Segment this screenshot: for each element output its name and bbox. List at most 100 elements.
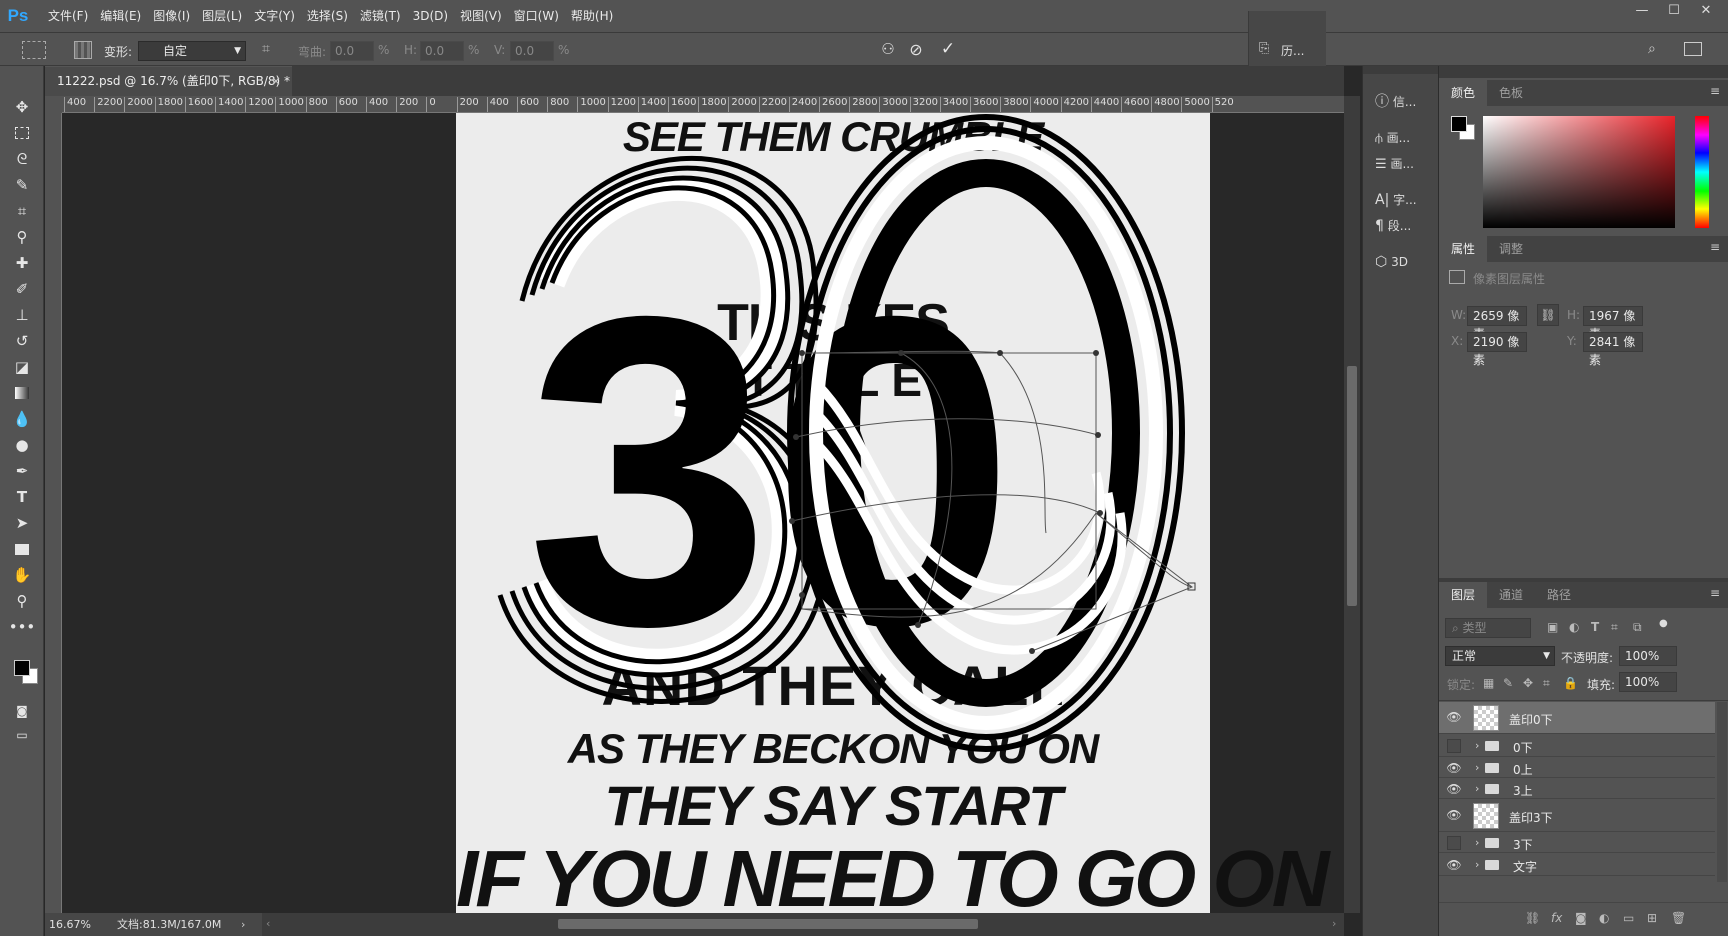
menu-item[interactable]: 选择(S): [301, 0, 354, 32]
dodge-tool-icon[interactable]: ●: [10, 434, 34, 456]
vertical-scroll-thumb[interactable]: [1347, 366, 1357, 606]
menu-item[interactable]: 文字(Y): [248, 0, 301, 32]
maximize-button[interactable]: ☐: [1658, 0, 1690, 22]
minimize-button[interactable]: —: [1626, 0, 1658, 22]
eyedropper-tool-icon[interactable]: ⚲: [10, 226, 34, 248]
layer-name[interactable]: 盖印3下: [1509, 809, 1553, 826]
stamp-tool-icon[interactable]: ⊥: [10, 304, 34, 326]
add-mask-icon[interactable]: ◙: [1575, 911, 1587, 925]
layer-row[interactable]: 👁 › 3上: [1439, 779, 1715, 799]
close-tab-icon[interactable]: ×: [271, 67, 281, 95]
gradient-tool-icon[interactable]: [10, 382, 34, 404]
chevron-right-icon[interactable]: ›: [1475, 739, 1479, 752]
delete-layer-icon[interactable]: 🗑: [1671, 911, 1686, 925]
panel-button-character[interactable]: A| 字...: [1369, 188, 1435, 212]
screen-mode-icon[interactable]: ▭: [10, 724, 34, 746]
layers-scrollbar[interactable]: [1717, 702, 1727, 882]
zoom-tool-icon[interactable]: ⚲: [10, 590, 34, 612]
tab-adjustments[interactable]: 调整: [1487, 236, 1535, 262]
document-tab[interactable]: 11222.psd @ 16.7% (盖印0下, RGB/8) * ×: [45, 66, 292, 96]
h-input[interactable]: 0.0: [420, 41, 464, 61]
layer-row[interactable]: 👁 › 0上: [1439, 758, 1715, 778]
quick-select-tool-icon[interactable]: ✎: [10, 174, 34, 196]
lock-pixels-icon[interactable]: ▦: [1483, 676, 1494, 690]
lock-position-icon[interactable]: ✥: [1523, 676, 1533, 690]
menu-item[interactable]: 图层(L): [196, 0, 248, 32]
filter-adjust-icon[interactable]: ◐: [1569, 620, 1579, 634]
warp-orientation-icon[interactable]: ⌗: [262, 41, 280, 59]
vertical-scrollbar[interactable]: [1344, 96, 1360, 913]
type-tool-icon[interactable]: T: [10, 486, 34, 508]
status-expand-icon[interactable]: ›: [241, 913, 245, 936]
layer-row[interactable]: › 3下: [1439, 833, 1715, 853]
visibility-off-box[interactable]: [1447, 739, 1461, 753]
cancel-transform-icon[interactable]: ⊘: [906, 40, 926, 60]
tab-layers[interactable]: 图层: [1439, 582, 1488, 608]
eye-icon[interactable]: 👁: [1445, 808, 1463, 824]
menu-item[interactable]: 滤镜(T): [354, 0, 407, 32]
new-layer-icon[interactable]: ⊞: [1647, 911, 1657, 925]
menu-item[interactable]: 窗口(W): [508, 0, 565, 32]
lock-all-icon[interactable]: 🔒: [1563, 676, 1578, 690]
filter-pixel-icon[interactable]: ▣: [1547, 620, 1558, 634]
chevron-right-icon[interactable]: ›: [1475, 761, 1479, 774]
search-icon[interactable]: ⌕: [1648, 41, 1666, 59]
zoom-level[interactable]: 16.67%: [49, 913, 91, 936]
lock-brush-icon[interactable]: ✎: [1503, 676, 1513, 690]
width-input[interactable]: 2659 像素: [1467, 306, 1527, 341]
blend-mode-select[interactable]: 正常 ▼: [1445, 646, 1555, 666]
puppet-warp-icon[interactable]: ⚇: [878, 40, 898, 60]
layer-name[interactable]: 0下: [1513, 739, 1533, 756]
eraser-tool-icon[interactable]: ◪: [10, 356, 34, 378]
panel-menu-icon[interactable]: ≡: [1710, 586, 1720, 600]
layer-name[interactable]: 0上: [1513, 761, 1533, 778]
link-icon[interactable]: ⛓: [1537, 304, 1559, 326]
lock-artboard-icon[interactable]: ⌗: [1543, 676, 1550, 691]
layer-row[interactable]: 👁 › 文字: [1439, 854, 1715, 876]
tab-channels[interactable]: 通道: [1487, 582, 1535, 608]
tab-swatches[interactable]: 色板: [1487, 80, 1535, 106]
panel-menu-icon[interactable]: ≡: [1710, 240, 1720, 254]
blur-tool-icon[interactable]: 💧: [10, 408, 34, 430]
fx-icon[interactable]: fx: [1551, 911, 1562, 925]
filter-shape-icon[interactable]: ⌗: [1611, 620, 1618, 635]
warp-select[interactable]: 自定 ▼: [138, 41, 246, 61]
layer-name[interactable]: 3上: [1513, 782, 1533, 799]
history-brush-icon[interactable]: ↺: [10, 330, 34, 352]
scroll-left-icon[interactable]: ‹: [266, 917, 270, 930]
fill-input[interactable]: 100%: [1619, 672, 1677, 692]
panel-button-info[interactable]: ⓘ 信...: [1369, 90, 1435, 114]
eye-icon[interactable]: 👁: [1445, 782, 1463, 798]
visibility-off-box[interactable]: [1447, 836, 1461, 850]
eye-icon[interactable]: 👁: [1445, 710, 1463, 726]
filter-type-icon[interactable]: T: [1591, 620, 1599, 634]
new-group-icon[interactable]: ▭: [1623, 911, 1634, 925]
layer-row[interactable]: › 0下: [1439, 735, 1715, 757]
layer-row[interactable]: 👁 盖印0下: [1439, 702, 1715, 734]
link-layers-icon[interactable]: ⛓: [1525, 911, 1540, 925]
marquee-tool-icon[interactable]: [10, 122, 34, 144]
grid-icon[interactable]: [74, 41, 92, 59]
layer-name[interactable]: 文字: [1513, 858, 1537, 875]
menu-item[interactable]: 图像(I): [147, 0, 196, 32]
panel-menu-icon[interactable]: ≡: [1710, 84, 1720, 98]
filter-smart-icon[interactable]: ⧉: [1633, 620, 1642, 635]
chevron-right-icon[interactable]: ›: [1475, 836, 1479, 849]
move-tool-icon[interactable]: ✥: [10, 96, 34, 118]
menu-item[interactable]: 文件(F): [42, 0, 94, 32]
hue-slider[interactable]: [1695, 116, 1709, 228]
history-collapsed-panel[interactable]: ⎘ 历...: [1248, 11, 1326, 67]
layer-filter-select[interactable]: ⌕ 类型: [1445, 618, 1531, 638]
bend-input[interactable]: 0.0: [330, 41, 374, 61]
adjustment-layer-icon[interactable]: ◐: [1599, 911, 1609, 925]
brush-tool-icon[interactable]: ✐: [10, 278, 34, 300]
height-input[interactable]: 1967 像素: [1583, 306, 1643, 341]
v-input[interactable]: 0.0: [510, 41, 554, 61]
opacity-input[interactable]: 100%: [1619, 646, 1677, 666]
chevron-right-icon[interactable]: ›: [1475, 782, 1479, 795]
y-input[interactable]: 2841 像素: [1583, 332, 1643, 367]
eye-icon[interactable]: 👁: [1445, 858, 1463, 874]
rectangle-tool-icon[interactable]: [10, 538, 34, 560]
lasso-tool-icon[interactable]: ᘓ: [10, 148, 34, 170]
layer-name[interactable]: 3下: [1513, 836, 1533, 853]
